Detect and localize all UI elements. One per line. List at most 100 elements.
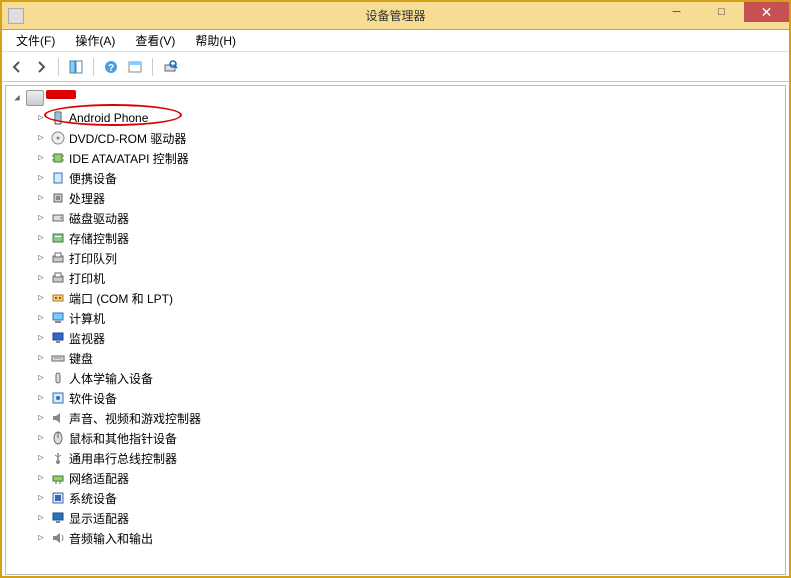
audio-icon xyxy=(50,530,66,546)
expand-icon[interactable]: ▷ xyxy=(34,353,48,363)
tree-item-label: 软件设备 xyxy=(69,390,117,407)
tree-item-label: 人体学输入设备 xyxy=(69,370,153,387)
computer-icon xyxy=(50,310,66,326)
tree-item[interactable]: ▷ 软件设备 xyxy=(6,388,785,408)
tree-item-label: 通用串行总线控制器 xyxy=(69,450,177,467)
tree-item-label: 鼠标和其他指针设备 xyxy=(69,430,177,447)
expand-icon[interactable]: ▷ xyxy=(34,473,48,483)
display-icon xyxy=(50,510,66,526)
chip-icon xyxy=(50,150,66,166)
scan-hardware-button[interactable] xyxy=(159,56,181,78)
expand-icon[interactable]: ▷ xyxy=(34,153,48,163)
tree-item[interactable]: ▷便携设备 xyxy=(6,168,785,188)
tree-item-label: 打印机 xyxy=(69,270,105,287)
usb-icon xyxy=(50,450,66,466)
storage-icon xyxy=(50,230,66,246)
expand-icon[interactable]: ▷ xyxy=(34,433,48,443)
expand-icon[interactable]: ▷ xyxy=(34,273,48,283)
tree-item-label: Android Phone xyxy=(69,111,148,125)
toolbar-separator xyxy=(152,58,153,76)
keyboard-icon xyxy=(50,350,66,366)
expand-icon[interactable]: ▷ xyxy=(34,293,48,303)
back-button[interactable] xyxy=(6,56,28,78)
expand-icon[interactable]: ▷ xyxy=(34,393,48,403)
menu-action[interactable]: 操作(A) xyxy=(65,30,125,51)
tree-item[interactable]: ▷ 处理器 xyxy=(6,188,785,208)
expand-icon[interactable]: ▷ xyxy=(34,333,48,343)
tree-item[interactable]: ▷ 键盘 xyxy=(6,348,785,368)
tree-item[interactable]: ▷ 音频输入和输出 xyxy=(6,528,785,548)
properties-button[interactable] xyxy=(124,56,146,78)
mouse-icon xyxy=(50,430,66,446)
tree-root[interactable]: ◢ xyxy=(6,88,785,108)
close-button[interactable] xyxy=(744,2,789,22)
tree-item[interactable]: ▷监视器 xyxy=(6,328,785,348)
expand-icon[interactable]: ▷ xyxy=(34,493,48,503)
tree-item-label: IDE ATA/ATAPI 控制器 xyxy=(69,150,189,167)
portable-icon xyxy=(50,170,66,186)
show-hide-tree-button[interactable] xyxy=(65,56,87,78)
hid-icon xyxy=(50,370,66,386)
redaction-overlay xyxy=(46,90,76,99)
expand-icon[interactable]: ▷ xyxy=(34,173,48,183)
printer-icon xyxy=(50,270,66,286)
tree-item[interactable]: ▷ 显示适配器 xyxy=(6,508,785,528)
tree-item[interactable]: ▷端口 (COM 和 LPT) xyxy=(6,288,785,308)
disk-icon xyxy=(50,210,66,226)
expand-icon[interactable]: ▷ xyxy=(34,113,48,123)
expand-icon[interactable]: ▷ xyxy=(34,213,48,223)
minimize-button[interactable] xyxy=(654,2,699,22)
expand-icon[interactable]: ▷ xyxy=(34,253,48,263)
tree-item[interactable]: ▷ IDE ATA/ATAPI 控制器 xyxy=(6,148,785,168)
svg-text:?: ? xyxy=(108,63,114,74)
printqueue-icon xyxy=(50,250,66,266)
tree-item[interactable]: ▷ 鼠标和其他指针设备 xyxy=(6,428,785,448)
device-tree-container[interactable]: ◢ ▷Android Phone▷DVD/CD-ROM 驱动器▷IDE ATA/… xyxy=(5,85,786,575)
tree-item-label: 键盘 xyxy=(69,350,93,367)
tree-item-label: 网络适配器 xyxy=(69,470,129,487)
tree-item-label: 处理器 xyxy=(69,190,105,207)
expand-icon[interactable]: ▷ xyxy=(34,413,48,423)
tree-item[interactable]: ▷ 系统设备 xyxy=(6,488,785,508)
tree-item[interactable]: ▷存储控制器 xyxy=(6,228,785,248)
tree-item[interactable]: ▷声音、视频和游戏控制器 xyxy=(6,408,785,428)
expand-icon[interactable]: ▷ xyxy=(34,313,48,323)
tree-item[interactable]: ▷ 打印机 xyxy=(6,268,785,288)
expand-icon[interactable]: ▷ xyxy=(34,373,48,383)
tree-item[interactable]: ▷DVD/CD-ROM 驱动器 xyxy=(6,128,785,148)
computer-root-icon xyxy=(26,90,44,106)
expand-icon[interactable]: ▷ xyxy=(34,133,48,143)
tree-item[interactable]: ▷ 网络适配器 xyxy=(6,468,785,488)
sound-icon xyxy=(50,410,66,426)
menu-view[interactable]: 查看(V) xyxy=(125,30,185,51)
menu-help[interactable]: 帮助(H) xyxy=(185,30,246,51)
tree-item[interactable]: ▷磁盘驱动器 xyxy=(6,208,785,228)
maximize-button[interactable] xyxy=(699,2,744,22)
tree-item-label: 音频输入和输出 xyxy=(69,530,153,547)
disc-icon xyxy=(50,130,66,146)
expand-icon[interactable]: ▷ xyxy=(34,453,48,463)
port-icon xyxy=(50,290,66,306)
tree-item[interactable]: ▷ 通用串行总线控制器 xyxy=(6,448,785,468)
expand-icon[interactable]: ▷ xyxy=(34,193,48,203)
expand-icon[interactable]: ▷ xyxy=(34,533,48,543)
network-icon xyxy=(50,470,66,486)
forward-button[interactable] xyxy=(30,56,52,78)
expand-icon[interactable]: ▷ xyxy=(34,233,48,243)
device-tree: ◢ ▷Android Phone▷DVD/CD-ROM 驱动器▷IDE ATA/… xyxy=(6,86,785,550)
app-icon xyxy=(8,8,24,24)
menu-bar: 文件(F) 操作(A) 查看(V) 帮助(H) xyxy=(2,30,789,52)
tree-item[interactable]: ▷计算机 xyxy=(6,308,785,328)
help-button[interactable]: ? xyxy=(100,56,122,78)
title-bar: 设备管理器 xyxy=(2,2,789,30)
tree-item[interactable]: ▷ Android Phone xyxy=(6,108,785,128)
tree-item[interactable]: ▷打印队列 xyxy=(6,248,785,268)
expand-icon[interactable]: ▷ xyxy=(34,513,48,523)
system-icon xyxy=(50,490,66,506)
tree-item-label: 显示适配器 xyxy=(69,510,129,527)
collapse-icon[interactable]: ◢ xyxy=(10,93,24,103)
tree-item-label: 系统设备 xyxy=(69,490,117,507)
tree-item[interactable]: ▷ 人体学输入设备 xyxy=(6,368,785,388)
menu-file[interactable]: 文件(F) xyxy=(6,30,65,51)
monitor-icon xyxy=(50,330,66,346)
